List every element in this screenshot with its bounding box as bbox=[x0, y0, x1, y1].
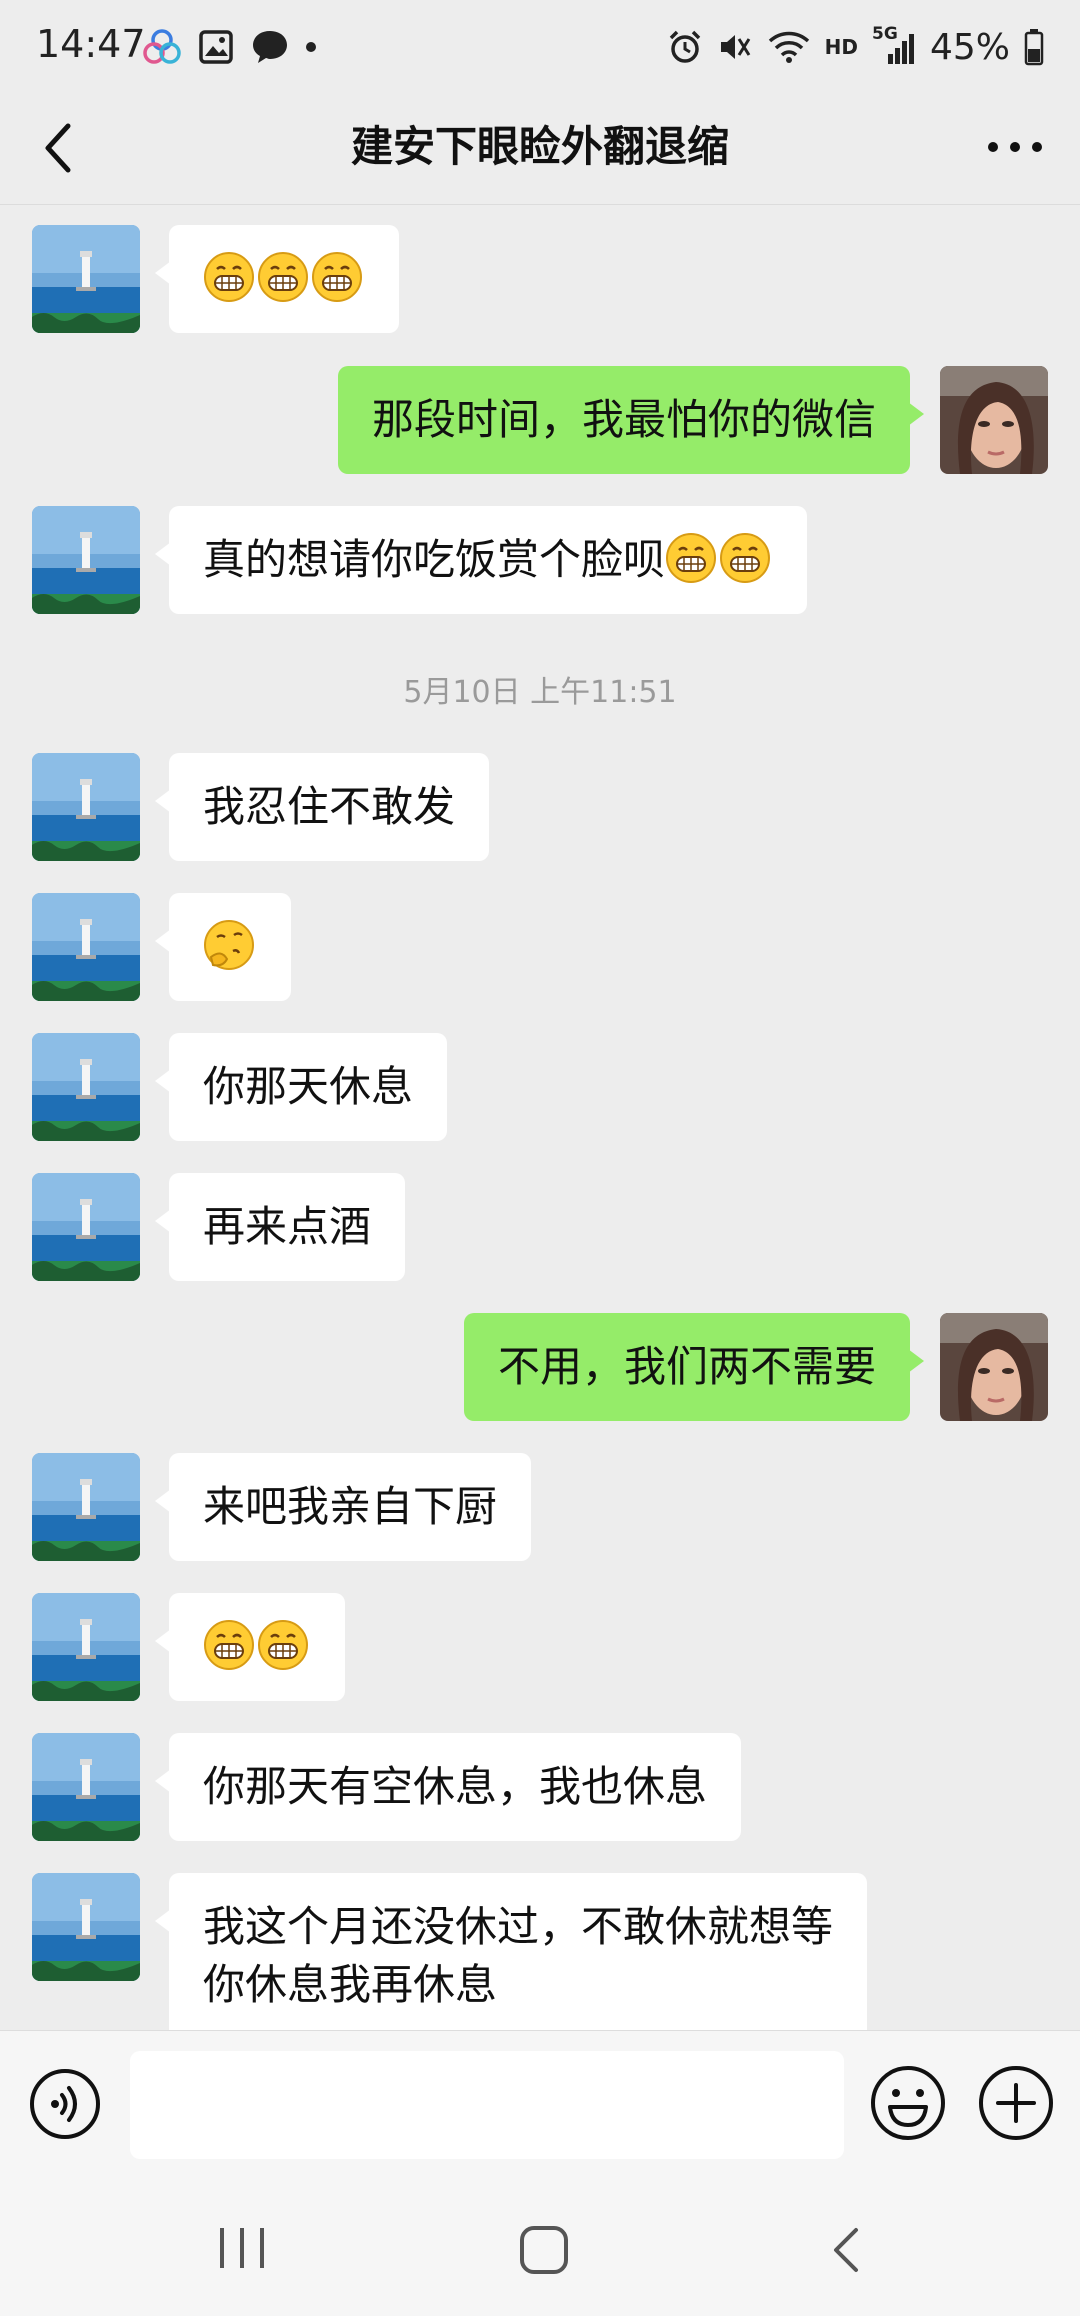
message-text: 我忍住不敢发 bbox=[203, 782, 456, 831]
nav-back-icon[interactable] bbox=[826, 2224, 866, 2276]
chat-header: 建安下眼睑外翻退缩 bbox=[0, 92, 1080, 205]
hd-label: HD bbox=[824, 35, 858, 59]
plus-icon[interactable] bbox=[976, 2063, 1056, 2143]
nav-recent-icon[interactable] bbox=[216, 2224, 268, 2272]
emoji-icon[interactable] bbox=[868, 2063, 948, 2143]
chat-title: 建安下眼睑外翻退缩 bbox=[350, 122, 729, 171]
system-nav-bar bbox=[0, 2180, 1080, 2316]
message-bubble-incoming[interactable]: 来吧我亲自下厨 bbox=[154, 1453, 532, 1561]
contact-avatar[interactable] bbox=[32, 1873, 140, 1981]
message-bubble-incoming[interactable]: 真的想请你吃饭赏个脸呗 bbox=[154, 506, 808, 614]
battery-icon bbox=[1024, 29, 1044, 66]
my-avatar[interactable] bbox=[940, 366, 1048, 474]
message-bubble-incoming[interactable] bbox=[155, 893, 291, 1001]
grin-emoji bbox=[203, 1619, 255, 1671]
voice-icon[interactable] bbox=[28, 2067, 102, 2141]
message-bubble-incoming[interactable]: 你那天休息 bbox=[154, 1033, 448, 1141]
system-icons: HD 5G 45% bbox=[667, 24, 1044, 70]
contact-avatar[interactable] bbox=[32, 1593, 140, 1701]
grin-emoji bbox=[665, 532, 717, 584]
battery-text: 45% bbox=[929, 26, 1010, 68]
message-bubble-incoming[interactable]: 你那天有空休息，我也休息 bbox=[154, 1733, 742, 1841]
grin-emoji bbox=[257, 1619, 309, 1671]
grin-emoji bbox=[719, 532, 771, 584]
grin-emoji bbox=[203, 251, 255, 303]
thinking-emoji bbox=[203, 919, 255, 971]
message-bubble-incoming[interactable]: 我这个月还没休过，不敢休就想等 你休息我再休息 bbox=[154, 1873, 868, 2030]
message-text: 再来点酒 bbox=[203, 1202, 372, 1251]
wifi-icon bbox=[768, 31, 809, 63]
contact-avatar[interactable] bbox=[32, 1173, 140, 1281]
contact-avatar[interactable] bbox=[32, 753, 140, 861]
message-input[interactable] bbox=[130, 2051, 844, 2159]
input-bar bbox=[0, 2030, 1080, 2181]
message-bubble-incoming[interactable]: 再来点酒 bbox=[154, 1173, 406, 1281]
contact-avatar[interactable] bbox=[32, 225, 140, 333]
message-icon bbox=[253, 31, 287, 63]
gallery-icon bbox=[199, 30, 233, 64]
signal-icon bbox=[887, 34, 914, 64]
contact-avatar[interactable] bbox=[32, 1453, 140, 1561]
notification-icons bbox=[142, 24, 316, 70]
message-bubble-incoming[interactable] bbox=[155, 225, 399, 333]
message-text: 你那天有空休息，我也休息 bbox=[203, 1762, 708, 1811]
message-bubble-outgoing[interactable]: 那段时间，我最怕你的微信 bbox=[337, 366, 925, 474]
mute-icon bbox=[720, 35, 750, 59]
more-icon[interactable] bbox=[980, 122, 1050, 172]
contact-avatar[interactable] bbox=[32, 506, 140, 614]
grin-emoji bbox=[257, 251, 309, 303]
message-text: 来吧我亲自下厨 bbox=[203, 1482, 498, 1531]
message-timestamp: 5月10日 上午11:51 bbox=[403, 675, 677, 710]
message-text: 真的想请你吃饭赏个脸呗 bbox=[203, 535, 666, 584]
more-notifications-dot bbox=[306, 42, 316, 52]
app-notification-icon bbox=[143, 29, 181, 64]
status-time: 14:47 bbox=[36, 22, 146, 66]
contact-avatar[interactable] bbox=[32, 1033, 140, 1141]
message-bubble-outgoing[interactable]: 不用，我们两不需要 bbox=[463, 1313, 925, 1421]
message-text: 那段时间，我最怕你的微信 bbox=[371, 395, 876, 444]
alarm-icon bbox=[669, 30, 700, 63]
contact-avatar[interactable] bbox=[32, 1733, 140, 1841]
signal-indicator: 5G bbox=[872, 24, 916, 66]
my-avatar[interactable] bbox=[940, 1313, 1048, 1421]
message-bubble-incoming[interactable]: 我忍住不敢发 bbox=[154, 753, 490, 861]
status-bar: 14:47 HD 5G 45% bbox=[0, 0, 1080, 92]
message-bubble-incoming[interactable] bbox=[155, 1593, 345, 1701]
message-text-line: 你休息我再休息 bbox=[203, 1960, 498, 2009]
grin-emoji bbox=[311, 251, 363, 303]
message-text-line: 我这个月还没休过，不敢休就想等 bbox=[203, 1902, 834, 1951]
nav-home-icon[interactable] bbox=[516, 2222, 572, 2278]
message-text: 不用，我们两不需要 bbox=[497, 1342, 876, 1391]
contact-avatar[interactable] bbox=[32, 893, 140, 1001]
chat-area[interactable]: 那段时间，我最怕你的微信 真的想请你吃饭赏个脸呗 5月10日 上午11:51 我… bbox=[0, 205, 1080, 2030]
message-text: 你那天休息 bbox=[203, 1062, 414, 1111]
